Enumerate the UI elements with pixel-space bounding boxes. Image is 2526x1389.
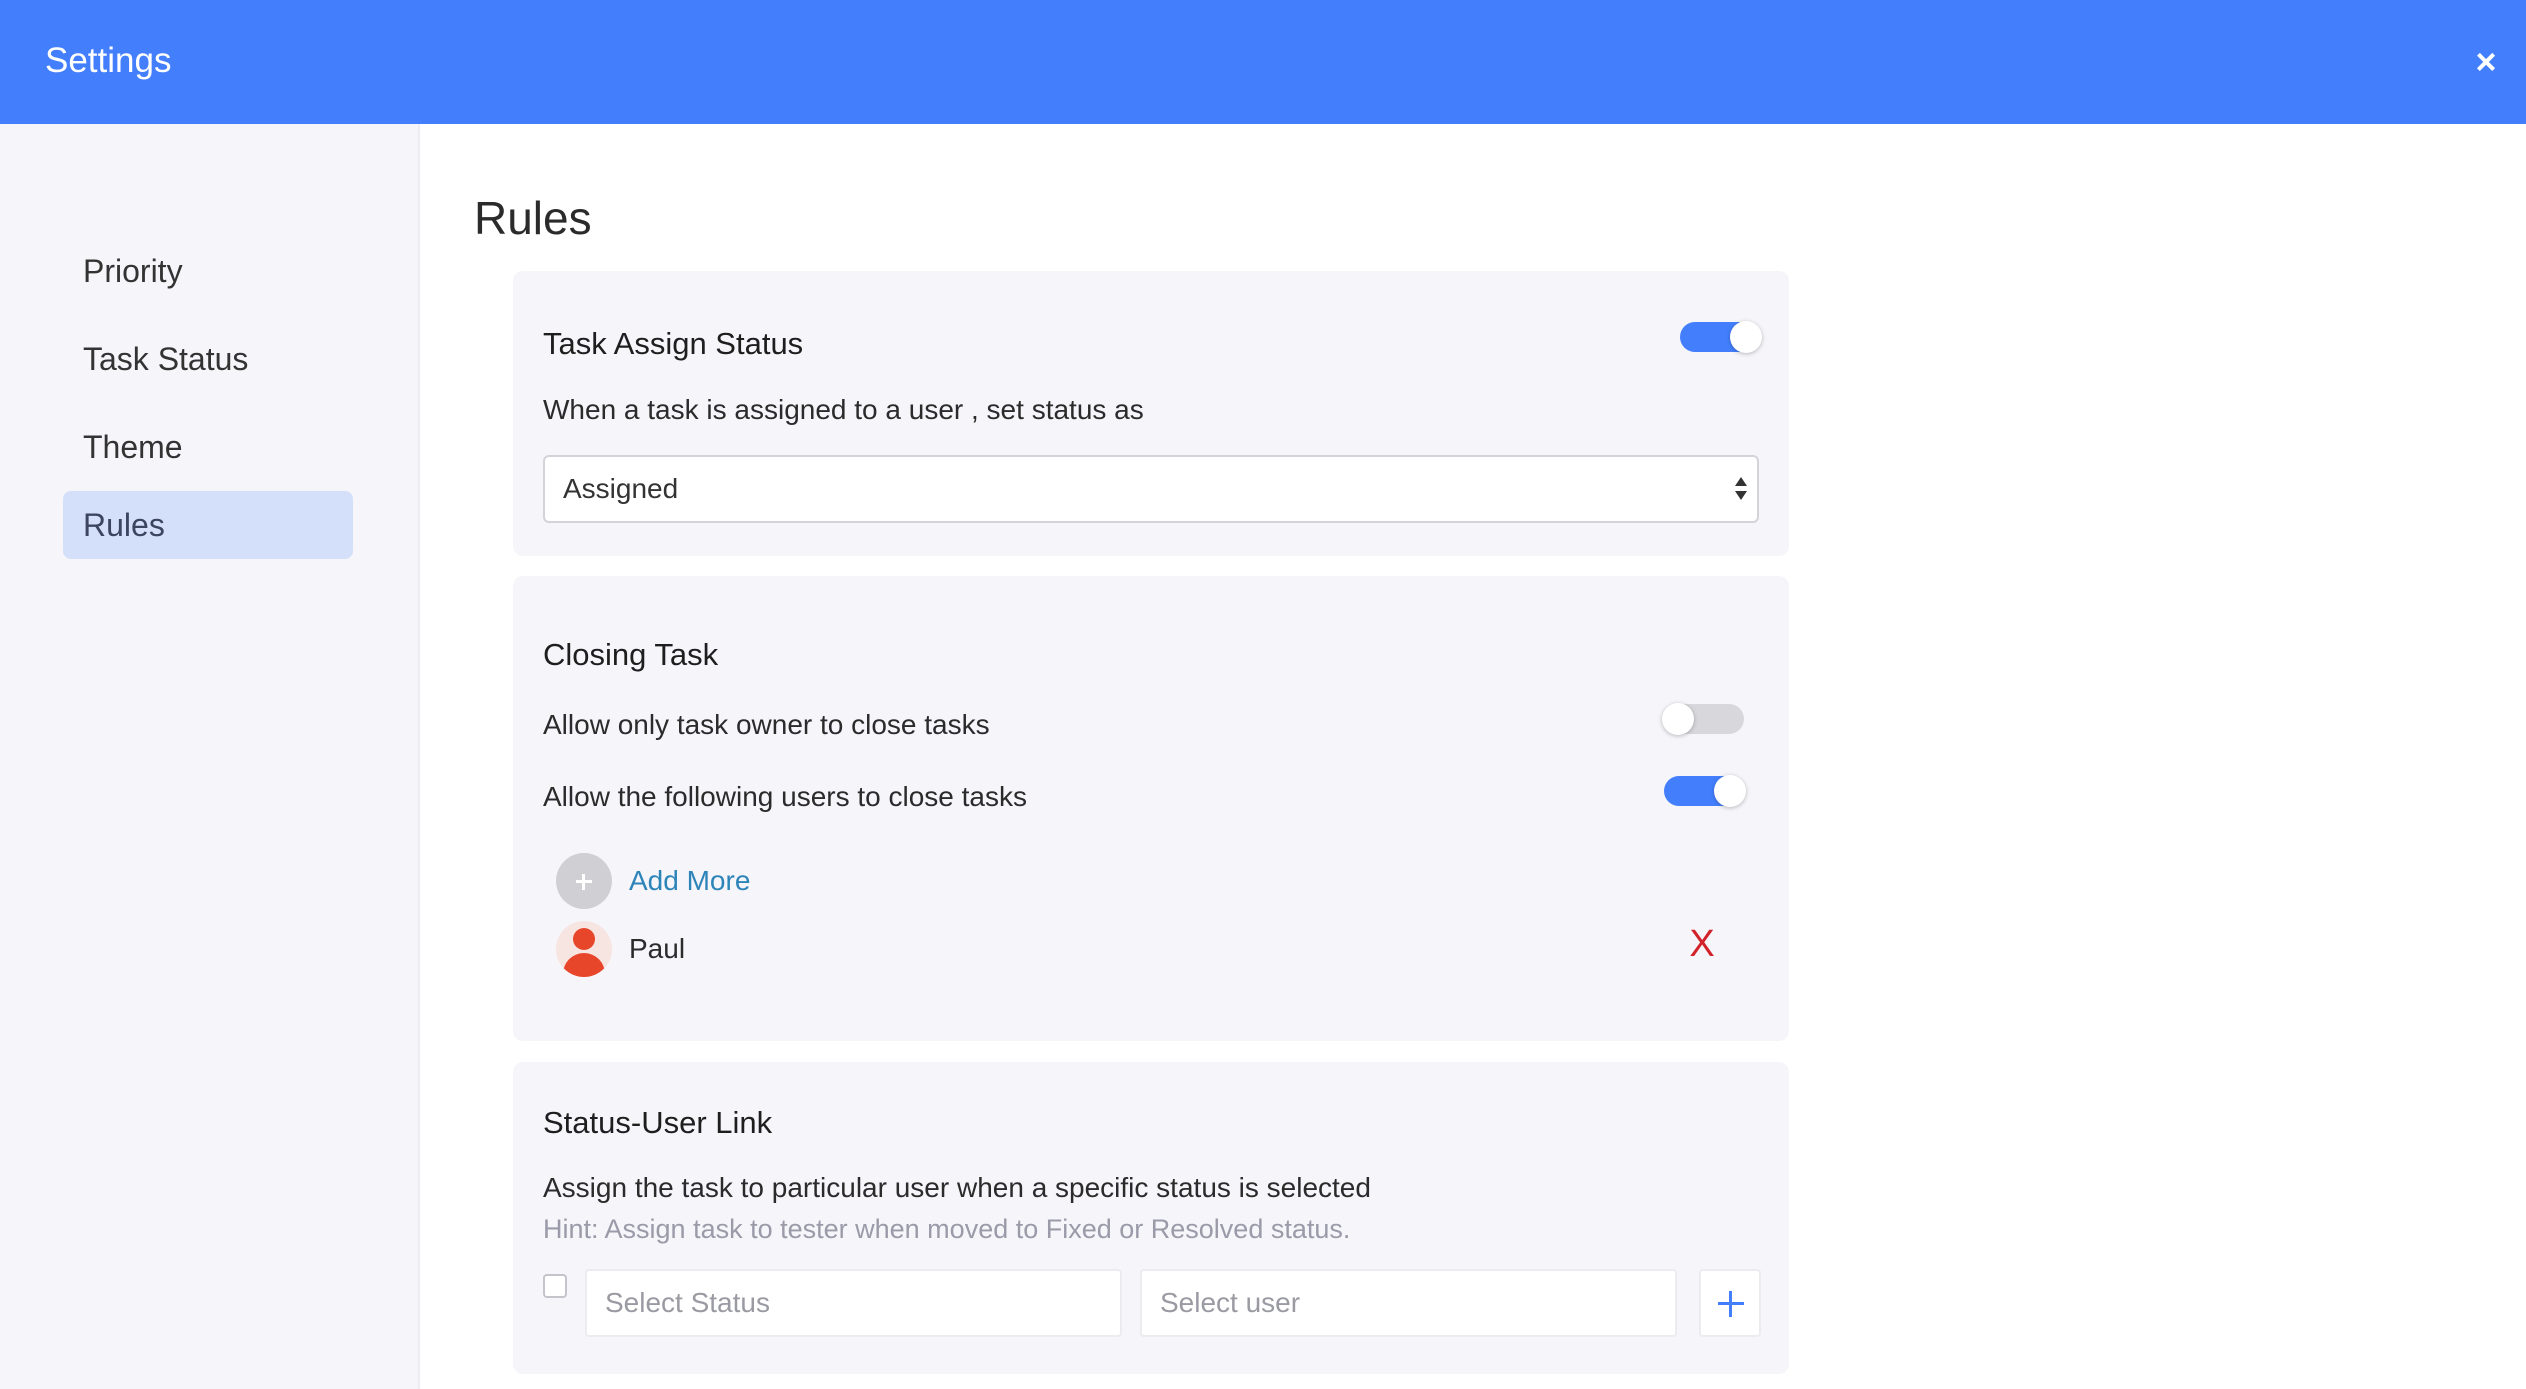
assign-status-select[interactable]: Assigned — [543, 455, 1759, 523]
closing-task-card: Closing Task Allow only task owner to cl… — [513, 576, 1789, 1041]
main-content: Rules Task Assign Status When a task is … — [422, 124, 2526, 1389]
following-users-toggle[interactable] — [1664, 775, 1746, 807]
sidebar-item-task-status[interactable]: Task Status — [63, 325, 353, 393]
add-user-icon[interactable] — [556, 853, 612, 909]
page-title: Rules — [474, 192, 592, 244]
owner-only-toggle[interactable] — [1662, 703, 1744, 735]
task-assign-status-title: Task Assign Status — [543, 326, 804, 361]
user-avatar-icon — [556, 921, 612, 977]
closing-task-title: Closing Task — [543, 637, 719, 672]
task-assign-status-toggle[interactable] — [1680, 321, 1762, 353]
status-user-link-description: Assign the task to particular user when … — [543, 1172, 1371, 1203]
assign-status-value: Assigned — [563, 473, 679, 504]
status-user-link-title: Status-User Link — [543, 1105, 773, 1140]
sidebar-item-theme[interactable]: Theme — [63, 413, 353, 481]
remove-user-icon[interactable]: X — [1685, 924, 1719, 964]
toggle-knob — [1714, 775, 1746, 807]
avatar-head — [573, 928, 595, 950]
user-name: Paul — [629, 933, 686, 964]
status-user-link-checkbox[interactable] — [543, 1274, 567, 1298]
select-arrows-icon — [1733, 475, 1749, 505]
add-more-link[interactable]: Add More — [629, 861, 750, 901]
select-status-field[interactable]: Select Status — [585, 1269, 1122, 1337]
status-user-link-card: Status-User Link Assign the task to part… — [513, 1062, 1789, 1374]
sidebar: Priority Task Status Theme Rules — [0, 124, 420, 1389]
avatar-body — [563, 953, 605, 977]
task-assign-description: When a task is assigned to a user , set … — [543, 394, 1144, 425]
toggle-knob — [1730, 321, 1762, 353]
select-user-field[interactable]: Select user — [1140, 1269, 1677, 1337]
sidebar-item-priority[interactable]: Priority — [63, 237, 353, 305]
status-user-link-hint: Hint: Assign task to tester when moved t… — [543, 1214, 1351, 1244]
toggle-knob — [1662, 703, 1694, 735]
following-users-label: Allow the following users to close tasks — [543, 781, 1027, 812]
close-icon[interactable]: × — [2462, 38, 2510, 86]
owner-only-label: Allow only task owner to close tasks — [543, 709, 990, 740]
sidebar-item-rules[interactable]: Rules — [63, 491, 353, 559]
header-bar: Settings × — [0, 0, 2526, 124]
header-title: Settings — [45, 41, 172, 80]
task-assign-status-card: Task Assign Status When a task is assign… — [513, 271, 1789, 556]
add-link-button[interactable] — [1699, 1269, 1761, 1337]
